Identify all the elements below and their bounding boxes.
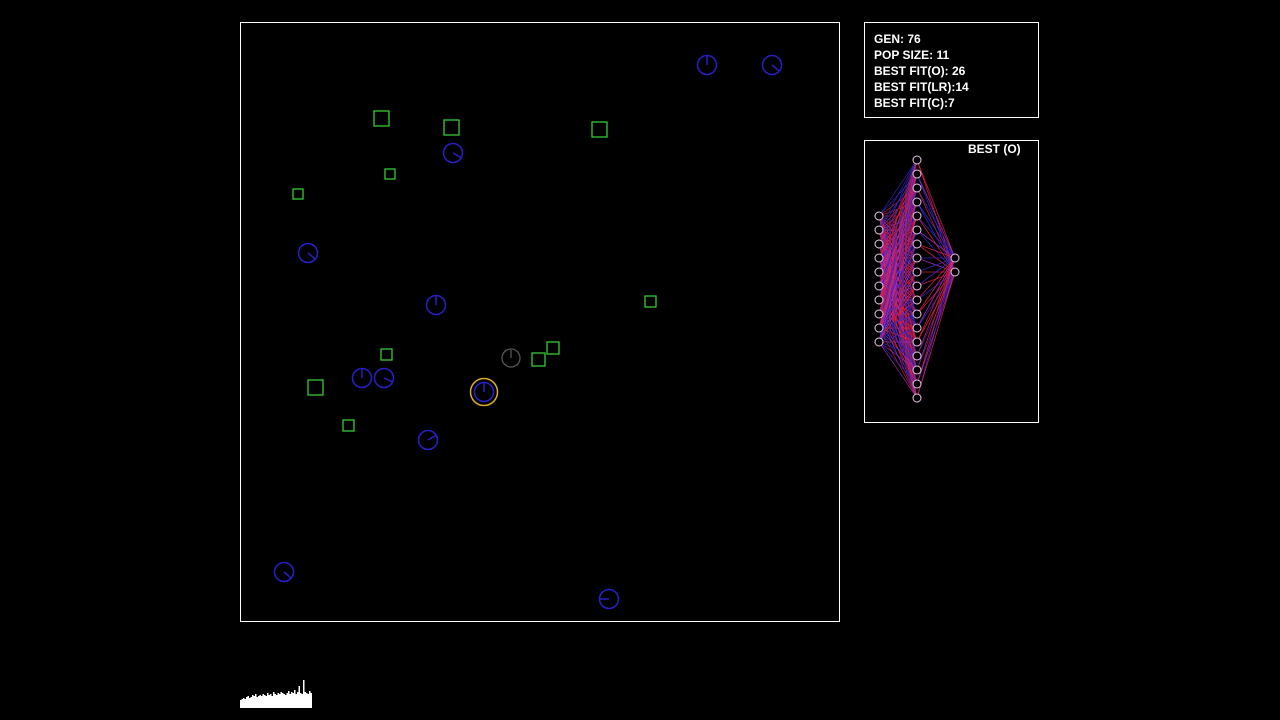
network-weights <box>878 159 956 399</box>
food-icon <box>384 168 396 180</box>
neuron-icon <box>912 281 922 291</box>
best-fit-c-text: BEST FIT(C):7 <box>874 96 955 110</box>
neuron-icon <box>874 281 884 291</box>
food-icon <box>373 110 390 127</box>
generation-text: GEN: 76 <box>874 32 921 46</box>
neuron-icon <box>874 309 884 319</box>
food-icon <box>644 295 657 308</box>
agent-icon <box>598 588 620 610</box>
network-title: BEST (O) <box>968 142 1021 156</box>
neuron-icon <box>874 267 884 277</box>
agent-icon <box>373 367 395 389</box>
population-size-text: POP SIZE: 11 <box>874 48 950 62</box>
neuron-icon <box>912 169 922 179</box>
neuron-icon <box>912 379 922 389</box>
food-icon <box>342 419 355 432</box>
simulation-arena <box>240 22 840 622</box>
agent-icon <box>696 54 718 76</box>
neuron-icon <box>912 239 922 249</box>
neuron-icon <box>950 253 960 263</box>
neuron-icon <box>912 365 922 375</box>
agent-icon <box>761 54 783 76</box>
arena-canvas <box>273 54 783 610</box>
neuron-icon <box>874 323 884 333</box>
neuron-icon <box>912 225 922 235</box>
neuron-icon <box>912 393 922 403</box>
neuron-icon <box>874 225 884 235</box>
agent-icon <box>297 242 319 264</box>
neural-network-panel: BEST (O) <box>864 140 1039 423</box>
agent-icon <box>442 142 464 164</box>
agent-icon <box>351 367 373 389</box>
fitness-histogram <box>240 680 312 708</box>
stats-panel: GEN: 76 POP SIZE: 11 BEST FIT(O): 26 BES… <box>864 22 1039 118</box>
inactive-agent-icon <box>501 348 521 368</box>
neuron-icon <box>912 197 922 207</box>
food-icon <box>380 348 393 361</box>
neuron-icon <box>912 267 922 277</box>
neuron-icon <box>912 253 922 263</box>
agent-icon <box>473 381 495 403</box>
network-diagram <box>874 155 960 403</box>
neuron-icon <box>912 309 922 319</box>
neuron-icon <box>912 337 922 347</box>
histogram-chart <box>240 680 312 708</box>
neuron-icon <box>912 351 922 361</box>
best-fit-lr-text: BEST FIT(LR):14 <box>874 80 969 94</box>
neuron-icon <box>874 337 884 347</box>
neuron-icon <box>912 295 922 305</box>
food-icon <box>591 121 608 138</box>
food-icon <box>307 379 324 396</box>
best-fit-o-text: BEST FIT(O): 26 <box>874 64 966 78</box>
neuron-icon <box>874 295 884 305</box>
neuron-icon <box>912 155 922 165</box>
histogram-bars <box>240 680 312 708</box>
neuron-icon <box>950 267 960 277</box>
food-icon <box>443 119 460 136</box>
neuron-icon <box>912 183 922 193</box>
neuron-icon <box>874 211 884 221</box>
agent-icon <box>273 561 295 583</box>
food-icon <box>546 341 560 355</box>
agent-icon <box>417 429 439 451</box>
neuron-icon <box>874 239 884 249</box>
neuron-icon <box>874 253 884 263</box>
neuron-icon <box>912 323 922 333</box>
food-icon <box>531 352 546 367</box>
agent-icon <box>425 294 447 316</box>
food-icon <box>292 188 304 200</box>
neuron-icon <box>912 211 922 221</box>
